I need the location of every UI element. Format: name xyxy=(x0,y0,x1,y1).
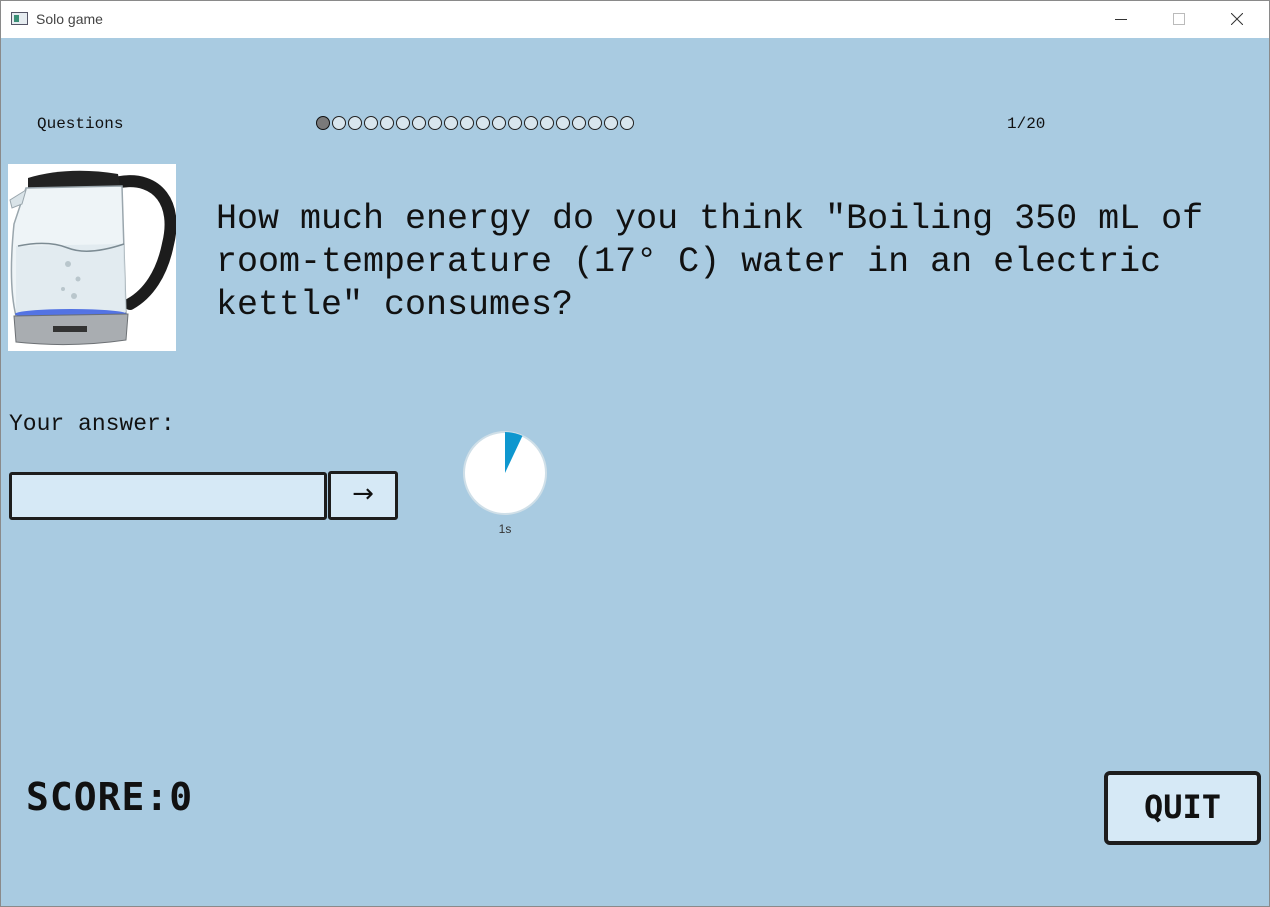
app-icon xyxy=(11,12,28,25)
close-button[interactable] xyxy=(1215,1,1261,38)
minimize-icon xyxy=(1115,19,1127,20)
progress-dot xyxy=(620,116,634,130)
question-counter: 1/20 xyxy=(1007,115,1046,133)
arrow-right-icon: → xyxy=(352,479,374,509)
minimize-button[interactable] xyxy=(1099,1,1145,38)
progress-dot xyxy=(444,116,458,130)
progress-dot xyxy=(380,116,394,130)
maximize-button[interactable] xyxy=(1157,1,1203,38)
submit-answer-button[interactable]: → xyxy=(328,471,398,520)
title-bar: Solo game xyxy=(1,1,1269,38)
quit-button[interactable]: QUIT xyxy=(1104,771,1261,845)
progress-dot xyxy=(508,116,522,130)
countdown-timer xyxy=(463,431,547,515)
electric-kettle-icon xyxy=(8,164,177,351)
question-image xyxy=(8,164,177,351)
game-window: Solo game Questions 1/20 How much energy… xyxy=(0,0,1270,907)
progress-dot xyxy=(572,116,586,130)
progress-dot xyxy=(492,116,506,130)
progress-dot xyxy=(428,116,442,130)
window-title: Solo game xyxy=(36,11,103,27)
timer-label: 1s xyxy=(498,522,512,536)
progress-dot xyxy=(476,116,490,130)
progress-dot xyxy=(588,116,602,130)
questions-label: Questions xyxy=(37,115,124,133)
close-icon xyxy=(1231,13,1243,25)
question-progress xyxy=(316,116,636,132)
answer-input[interactable] xyxy=(9,472,327,520)
score-display: SCORE:0 xyxy=(26,775,194,819)
progress-dot xyxy=(524,116,538,130)
progress-dot xyxy=(364,116,378,130)
progress-dot xyxy=(316,116,330,130)
progress-dot xyxy=(348,116,362,130)
progress-dot xyxy=(460,116,474,130)
progress-dot xyxy=(396,116,410,130)
maximize-icon xyxy=(1173,13,1185,25)
question-text: How much energy do you think "Boiling 35… xyxy=(216,199,1204,325)
progress-dot xyxy=(332,116,346,130)
progress-dot xyxy=(556,116,570,130)
progress-dot xyxy=(412,116,426,130)
game-content: Questions 1/20 How much energy do you th… xyxy=(1,38,1269,906)
answer-label: Your answer: xyxy=(9,411,175,437)
progress-dot xyxy=(604,116,618,130)
progress-dot xyxy=(540,116,554,130)
